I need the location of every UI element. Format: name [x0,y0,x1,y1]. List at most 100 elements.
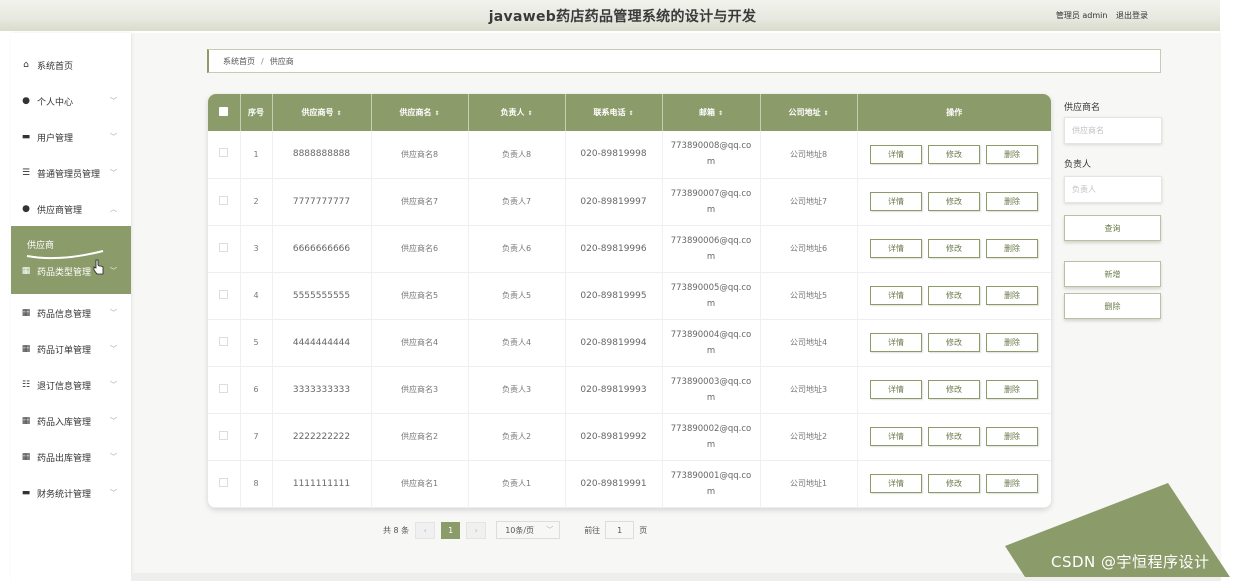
edit-button[interactable]: 修改 [928,380,980,399]
cell-name: 供应商名4 [371,319,469,366]
select-all-checkbox[interactable] [208,94,241,131]
row-checkbox[interactable] [208,460,241,507]
edit-button[interactable]: 修改 [928,144,980,164]
cell-email: 773890004@qq.com [662,319,761,366]
detail-button[interactable]: 详情 [870,474,922,493]
column-header-address[interactable]: 公司地址 ⇕ [760,94,858,131]
delete-button[interactable]: 删除 [986,380,1038,399]
column-header-email[interactable]: 邮箱 ⇕ [662,94,761,131]
sliders-icon: ☷ [21,380,31,390]
list-icon: ☰ [21,168,31,178]
cell-no: 5 [240,319,273,366]
sidebar-item-users[interactable]: ▬ 用户管理 ﹀ [11,126,131,148]
detail-button[interactable]: 详情 [870,333,922,352]
sidebar-item-drug-types[interactable]: ▦ 药品类型管理 ﹀ [11,260,131,282]
sort-icon: ⇕ [527,110,533,117]
detail-button[interactable]: 详情 [870,427,922,446]
edit-button[interactable]: 修改 [928,474,980,493]
row-checkbox[interactable] [208,131,241,178]
chevron-down-icon: ﹀ [110,381,117,389]
sidebar-item-finance[interactable]: ▬ 财务统计管理 ﹀ [11,482,131,504]
supplier-name-input[interactable]: 供应商名 [1064,117,1162,144]
column-header-code[interactable]: 供应商号 ⇕ [272,94,372,131]
edit-button[interactable]: 修改 [928,333,980,352]
cell-code: 7777777777 [272,178,372,225]
delete-button[interactable]: 删除 [986,333,1038,352]
goto-page-input[interactable]: 1 [605,521,635,539]
page-unit-label: 页 [639,525,648,535]
sidebar-item-refunds[interactable]: ☷ 退订信息管理 ﹀ [11,374,131,396]
row-checkbox[interactable] [208,366,241,413]
add-button[interactable]: 新增 [1064,261,1161,287]
edit-button[interactable]: 修改 [928,286,980,305]
row-checkbox[interactable] [208,225,241,272]
delete-button[interactable]: 删除 [986,286,1038,305]
sidebar-submenu-active: 供应商 ▦ 药品类型管理 ﹀ [11,226,131,294]
detail-button[interactable]: 详情 [870,144,922,164]
cell-contact: 负责人6 [468,225,566,272]
top-header: javaweb药店药品管理系统的设计与开发 管理员 admin 退出登录 [0,0,1220,31]
cell-name: 供应商名5 [371,272,469,319]
cell-address: 公司地址8 [760,131,858,178]
edit-button[interactable]: 修改 [928,239,980,258]
current-page-button[interactable]: 1 [441,521,461,539]
delete-button[interactable]: 删除 [986,144,1038,164]
breadcrumb: 系统首页 / 供应商 [207,49,1161,73]
cell-address: 公司地址5 [760,272,858,319]
edit-button[interactable]: 修改 [928,427,980,446]
detail-button[interactable]: 详情 [870,380,922,399]
cell-actions: 详情 修改 删除 [857,178,1051,225]
header-label: 负责人 [500,108,525,117]
logout-link[interactable]: 退出登录 [1116,11,1148,20]
next-page-button[interactable]: › [466,521,487,539]
sidebar-item-label: 系统首页 [37,61,74,72]
row-checkbox[interactable] [208,178,241,225]
sidebar-item-suppliers[interactable]: ● 供应商管理 ︿ [11,198,131,220]
sidebar: ⌂ 系统首页 ● 个人中心 ﹀ ▬ 用户管理 ﹀ ☰ 普通管理员管理 ﹀ ● 供… [11,33,131,581]
query-button[interactable]: 查询 [1064,215,1161,241]
cell-actions: 详情 修改 删除 [857,319,1051,366]
cell-contact: 负责人7 [468,178,566,225]
detail-button[interactable]: 详情 [870,286,922,305]
sidebar-item-home[interactable]: ⌂ 系统首页 [11,54,131,76]
sidebar-item-label: 退订信息管理 [37,381,92,392]
delete-button[interactable]: 删除 [986,192,1038,211]
column-header-contact[interactable]: 负责人 ⇕ [468,94,566,131]
batch-delete-button[interactable]: 删除 [1064,293,1161,319]
sidebar-item-label: 普通管理员管理 [37,169,101,180]
chevron-down-icon: ﹀ [110,417,117,425]
breadcrumb-home[interactable]: 系统首页 [223,56,255,67]
cell-no: 6 [240,366,273,413]
column-header-phone[interactable]: 联系电话 ⇕ [565,94,663,131]
sort-icon: ⇕ [336,110,342,117]
cell-phone: 020-89819998 [565,131,663,178]
sidebar-item-drug-info[interactable]: ▦ 药品信息管理 ﹀ [11,302,131,324]
sidebar-item-personal[interactable]: ● 个人中心 ﹀ [11,90,131,112]
cell-email: 773890006@qq.com [662,225,761,272]
sidebar-item-drug-orders[interactable]: ▦ 药品订单管理 ﹀ [11,338,131,360]
cell-contact: 负责人3 [468,366,566,413]
cell-actions: 详情 修改 删除 [857,272,1051,319]
table-row: 6 3333333333 供应商名3 负责人3 020-89819993 77389000… [208,366,1051,413]
cell-name: 供应商名2 [371,413,469,460]
detail-button[interactable]: 详情 [870,239,922,258]
sidebar-item-stock-out[interactable]: ▦ 药品出库管理 ﹀ [11,446,131,468]
delete-button[interactable]: 删除 [986,239,1038,258]
row-checkbox[interactable] [208,413,241,460]
row-checkbox[interactable] [208,319,241,366]
detail-button[interactable]: 详情 [870,192,922,211]
contact-input[interactable]: 负责人 [1064,176,1162,203]
cell-address: 公司地址6 [760,225,858,272]
cell-no: 3 [240,225,273,272]
cell-address: 公司地址7 [760,178,858,225]
column-header-name[interactable]: 供应商名 ⇕ [371,94,469,131]
row-checkbox[interactable] [208,272,241,319]
edit-button[interactable]: 修改 [928,192,980,211]
cell-email: 773890001@qq.com [662,460,761,507]
page-size-select[interactable]: 10条/页 ﹀ [496,521,561,539]
delete-button[interactable]: 删除 [986,427,1038,446]
prev-page-button[interactable]: ‹ [415,521,436,539]
cell-phone: 020-89819996 [565,225,663,272]
sidebar-item-stock-in[interactable]: ▦ 药品入库管理 ﹀ [11,410,131,432]
sidebar-item-admins[interactable]: ☰ 普通管理员管理 ﹀ [11,162,131,184]
